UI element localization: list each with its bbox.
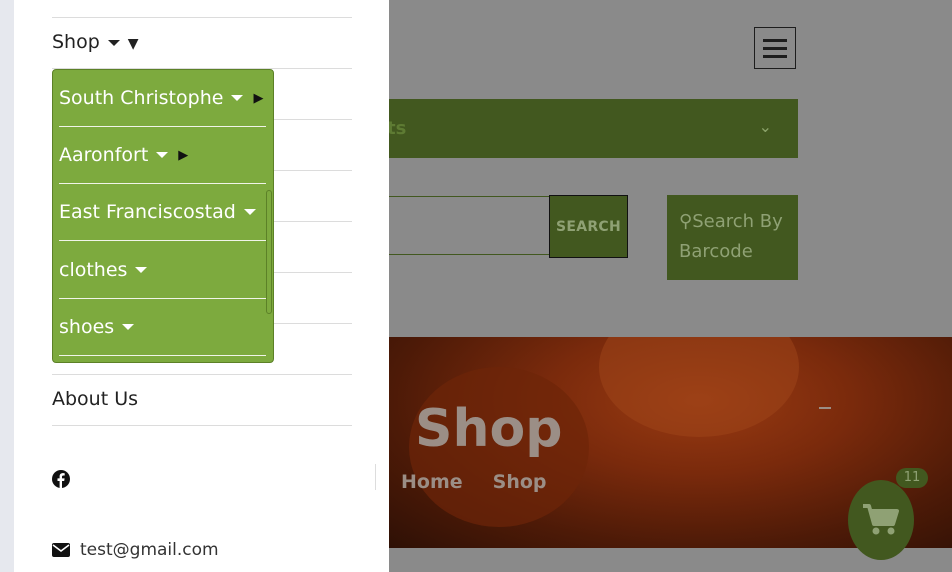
category-bar[interactable]: ts ⌄: [387, 99, 798, 158]
email-text: test@gmail.com: [80, 540, 219, 560]
dropdown-scrollbar[interactable]: [266, 190, 272, 314]
search-input[interactable]: [389, 196, 550, 255]
email-link[interactable]: test@gmail.com: [52, 540, 219, 560]
shop-dropdown-menu: South Christophe ▶ Aaronfort ▶ East Franci…: [52, 69, 274, 363]
caret-down-icon: [231, 95, 244, 101]
nav-item-about-us[interactable]: About Us: [52, 388, 138, 410]
cart-icon: [863, 504, 899, 535]
triangle-right-icon: ▶: [253, 90, 264, 106]
dropdown-item-label: shoes: [59, 316, 115, 338]
barcode-button-label: Search By Barcode: [679, 211, 783, 262]
nav-item-shop[interactable]: Shop ▼: [52, 31, 139, 53]
search-by-barcode-button[interactable]: ⚲Search By Barcode: [667, 195, 798, 280]
caret-down-icon: [135, 267, 148, 273]
dropdown-item-shoes[interactable]: shoes: [59, 299, 266, 356]
divider: [819, 407, 831, 409]
hamburger-menu-button[interactable]: [754, 27, 796, 69]
dropdown-item-label: South Christophe: [59, 87, 224, 109]
dropdown-item-label: Aaronfort: [59, 144, 149, 166]
cart-button[interactable]: [848, 480, 914, 560]
cart-count-badge: 11: [896, 468, 928, 488]
dropdown-item-label: clothes: [59, 259, 128, 281]
triangle-right-icon: ▶: [178, 147, 189, 163]
breadcrumb-home-link[interactable]: Home: [401, 471, 463, 493]
dropdown-item-south-christophe[interactable]: South Christophe ▶: [59, 70, 266, 127]
chevron-down-icon: ⌄: [758, 117, 772, 136]
window-edge: [0, 0, 14, 572]
caret-down-icon: [156, 152, 169, 158]
divider: [52, 17, 352, 18]
envelope-icon: [52, 543, 70, 557]
category-bar-label: ts: [387, 118, 407, 139]
divider: [375, 464, 376, 490]
nav-item-label: Shop: [52, 31, 100, 53]
dropdown-item-clothes[interactable]: clothes: [59, 242, 266, 299]
divider: [52, 425, 352, 426]
triangle-down-icon: ▼: [127, 36, 139, 52]
facebook-icon[interactable]: [52, 470, 70, 492]
caret-down-icon: [122, 324, 135, 330]
dropdown-item-east-franciscostad[interactable]: East Franciscostad: [59, 184, 266, 241]
caret-down-icon: [243, 209, 256, 215]
caret-down-icon: [107, 39, 120, 46]
divider: [52, 374, 352, 375]
dropdown-item-aaronfort[interactable]: Aaronfort ▶: [59, 127, 266, 184]
page-title: Shop: [415, 399, 563, 459]
search-icon: ⚲: [679, 211, 693, 232]
breadcrumb: Home Shop: [401, 471, 577, 493]
search-button[interactable]: SEARCH: [549, 195, 628, 258]
dropdown-item-label: East Franciscostad: [59, 201, 236, 223]
breadcrumb-current: Shop: [492, 471, 547, 493]
hero-image-shape: [599, 337, 799, 437]
